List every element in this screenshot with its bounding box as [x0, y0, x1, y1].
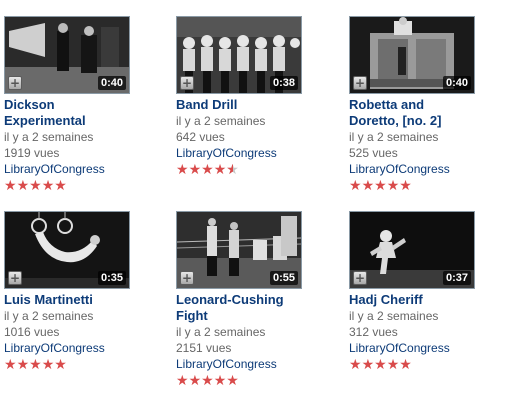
duration-badge: 0:40 — [442, 76, 471, 90]
video-title-link[interactable]: Hadj Cheriff — [349, 292, 461, 308]
video-title-link[interactable]: Band Drill — [176, 97, 288, 113]
star-icon: ★ — [176, 373, 189, 389]
star-icon: ★ — [374, 178, 387, 194]
view-count: 525 vues — [349, 146, 398, 160]
video-thumbnail[interactable]: + 0:37 — [349, 211, 475, 289]
channel-link[interactable]: LibraryOfCongress — [349, 161, 509, 177]
star-rating: ★ ★ ★ ★ ★ — [4, 358, 164, 373]
star-icon: ★ — [188, 162, 202, 178]
star-icon: ★ — [41, 357, 55, 373]
star-rating: ★ ★ ★ ★ ★ — [176, 162, 336, 179]
video-card: + 0:55 Leonard-Cushing Fight il y a 2 se… — [176, 211, 336, 389]
star-icon: ★ — [201, 373, 214, 389]
star-icon: ★ — [29, 178, 42, 194]
upload-age: il y a 2 semaines — [176, 325, 266, 339]
duration-badge: 0:35 — [97, 271, 126, 285]
star-icon: ★ — [213, 373, 227, 389]
video-title-link[interactable]: Leonard-Cushing Fight — [176, 292, 288, 324]
star-icon: ★ — [201, 162, 214, 178]
duration-badge: 0:55 — [269, 271, 298, 285]
video-card: + 0:37 Hadj Cheriff il y a 2 semaines 31… — [349, 211, 509, 373]
duration-badge: 0:38 — [269, 76, 298, 90]
upload-age: il y a 2 semaines — [349, 130, 439, 144]
star-icon: ★ — [16, 357, 30, 373]
star-icon: ★ — [349, 357, 362, 373]
upload-age: il y a 2 semaines — [4, 130, 94, 144]
upload-age: il y a 2 semaines — [4, 309, 94, 323]
star-icon: ★ — [349, 178, 362, 194]
star-icon: ★ — [29, 357, 42, 373]
view-count: 642 vues — [176, 130, 225, 144]
star-rating: ★ ★ ★ ★ ★ — [349, 179, 509, 194]
star-rating: ★ ★ ★ ★ ★ — [349, 358, 509, 373]
video-thumbnail[interactable]: + 0:38 — [176, 16, 302, 94]
half-star-icon: ★ — [226, 163, 239, 179]
plus-icon[interactable]: + — [180, 76, 194, 90]
star-icon: ★ — [41, 178, 55, 194]
channel-link[interactable]: LibraryOfCongress — [176, 145, 336, 161]
channel-link[interactable]: LibraryOfCongress — [4, 161, 164, 177]
upload-age: il y a 2 semaines — [176, 114, 266, 128]
video-thumbnail[interactable]: + 0:40 — [4, 16, 130, 94]
video-thumbnail[interactable]: + 0:40 — [349, 16, 475, 94]
view-count: 2151 vues — [176, 341, 232, 355]
plus-icon[interactable]: + — [180, 271, 194, 285]
star-icon: ★ — [399, 357, 412, 373]
channel-link[interactable]: LibraryOfCongress — [4, 340, 164, 356]
star-icon: ★ — [226, 373, 239, 389]
star-icon: ★ — [386, 178, 400, 194]
video-card: + 0:40 Robetta and Doretto, [no. 2] il y… — [349, 16, 509, 194]
star-icon: ★ — [213, 162, 227, 178]
plus-icon[interactable]: + — [353, 271, 367, 285]
star-icon: ★ — [176, 162, 189, 178]
plus-icon[interactable]: + — [8, 76, 22, 90]
video-card: + 0:35 Luis Martinetti il y a 2 semaines… — [4, 211, 164, 373]
view-count: 1016 vues — [4, 325, 60, 339]
channel-link[interactable]: LibraryOfCongress — [176, 356, 336, 372]
video-card: + 0:40 Dickson Experimental il y a 2 sem… — [4, 16, 164, 194]
star-icon: ★ — [54, 178, 67, 194]
channel-link[interactable]: LibraryOfCongress — [349, 340, 509, 356]
star-icon: ★ — [399, 178, 412, 194]
star-icon: ★ — [386, 357, 400, 373]
plus-icon[interactable]: + — [353, 76, 367, 90]
view-count: 1919 vues — [4, 146, 60, 160]
video-thumbnail[interactable]: + 0:55 — [176, 211, 302, 289]
duration-badge: 0:37 — [442, 271, 471, 285]
star-icon: ★ — [54, 357, 67, 373]
view-count: 312 vues — [349, 325, 398, 339]
video-title-link[interactable]: Dickson Experimental — [4, 97, 116, 129]
video-thumbnail[interactable]: + 0:35 — [4, 211, 130, 289]
plus-icon[interactable]: + — [8, 271, 22, 285]
video-title-link[interactable]: Luis Martinetti — [4, 292, 116, 308]
video-title-link[interactable]: Robetta and Doretto, [no. 2] — [349, 97, 461, 129]
star-rating: ★ ★ ★ ★ ★ — [176, 374, 336, 389]
star-icon: ★ — [188, 373, 202, 389]
star-rating: ★ ★ ★ ★ ★ — [4, 179, 164, 194]
star-icon: ★ — [4, 178, 17, 194]
star-icon: ★ — [361, 357, 375, 373]
star-icon: ★ — [4, 357, 17, 373]
star-icon: ★ — [374, 357, 387, 373]
duration-badge: 0:40 — [97, 76, 126, 90]
star-icon: ★ — [16, 178, 30, 194]
video-card: + 0:38 Band Drill il y a 2 semaines 642 … — [176, 16, 336, 178]
star-icon: ★ — [361, 178, 375, 194]
upload-age: il y a 2 semaines — [349, 309, 439, 323]
